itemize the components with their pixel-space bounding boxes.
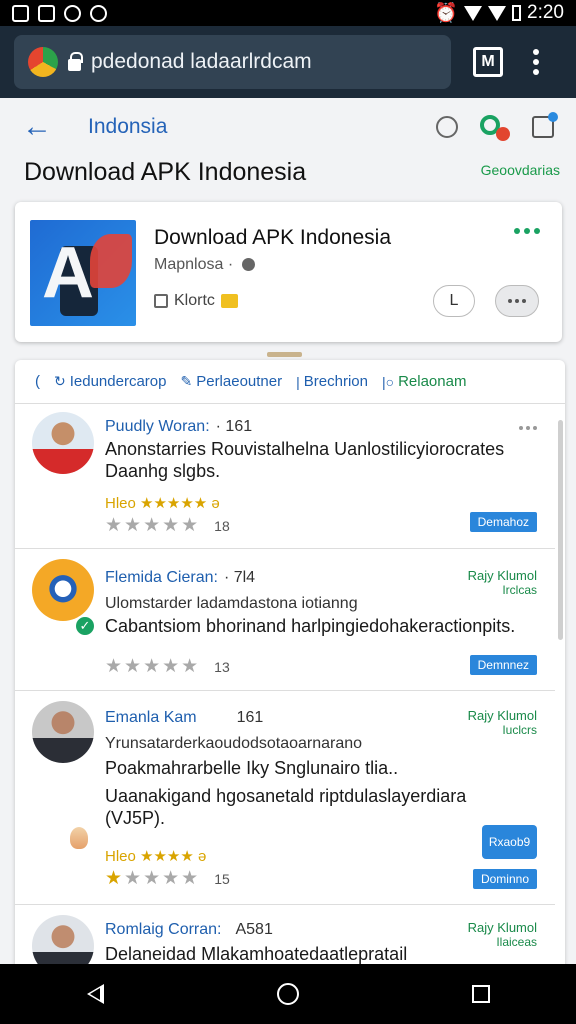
app-meta: Klortc xyxy=(154,292,238,310)
app-logo-icon: A xyxy=(30,220,136,326)
browser-menu-icon[interactable] xyxy=(533,49,539,75)
review-text: (VJ5P). xyxy=(105,808,166,828)
filter-bar: ( ↻ Iedundercarop ✎ Perlaeoutner | Brechrio… xyxy=(15,360,565,404)
share-icon[interactable] xyxy=(532,112,558,138)
clock: 2:20 xyxy=(527,2,564,23)
back-arrow-icon[interactable]: ← xyxy=(22,112,52,142)
filter-prev[interactable]: ( xyxy=(35,373,40,390)
review-reply-button[interactable]: Rxaob9 xyxy=(482,825,537,859)
drag-handle[interactable] xyxy=(267,352,302,357)
app-options-icon[interactable] xyxy=(514,228,540,234)
review-tag: Rajy Klumol Ilaiceas xyxy=(467,920,537,949)
star-rating: ★★★★★ 18 xyxy=(105,515,230,536)
review-tag: Rajy Klumol Irclcas xyxy=(467,568,537,597)
url-bar[interactable]: pdedonad ladaarlrdcam xyxy=(14,35,451,89)
avatar[interactable] xyxy=(32,701,94,763)
app-header: ← Indonsia xyxy=(0,98,576,156)
thumbs-up-icon xyxy=(154,294,168,308)
review-action-button[interactable]: Demnnez xyxy=(469,655,537,675)
app-card: A Download APK Indonesia Mapnlosa · Klor… xyxy=(15,202,562,342)
signal-icon xyxy=(488,5,507,21)
app-name: Download APK Indonesia xyxy=(154,226,391,249)
reviews-panel: ( ↻ Iedundercarop ✎ Perlaeoutner | Brechrio… xyxy=(15,360,565,1000)
divider-icon: |○ xyxy=(381,373,395,390)
review-rating-line: Hleo ★★★★ ə xyxy=(105,848,207,865)
breadcrumb[interactable]: Indonsia xyxy=(88,115,167,139)
nav-recents-icon[interactable] xyxy=(471,985,490,1003)
filter-chip[interactable]: ✎ Perlaeoutner xyxy=(180,373,282,390)
settings-notification-icon xyxy=(90,4,107,22)
reviewer-name[interactable]: Flemida Cieran: · 7l4 xyxy=(105,569,255,587)
review-text: Cabantsiom bhorinand harlpingiedohakerac… xyxy=(105,616,516,636)
review-tag: Rajy Klumol Iuclcrs xyxy=(467,708,537,737)
account-icon[interactable] xyxy=(480,113,510,141)
app-developer: Mapnlosa · xyxy=(154,256,255,274)
reviewer-name[interactable]: Puudly Woran: · 161 xyxy=(105,418,252,436)
browser-toolbar: pdedonad ladaarlrdcam M xyxy=(0,26,576,98)
app-more-button[interactable] xyxy=(495,285,539,317)
review-text: Anonstarries Rouvistalhelna Uanlostilicy… xyxy=(105,439,505,459)
reviewer-name[interactable]: Romlaig Corran: A581 xyxy=(105,921,273,939)
globe-icon xyxy=(241,258,255,272)
pencil-icon: ✎ xyxy=(180,373,193,389)
review-subtitle: Yrunsatarderkaoudodsotaoarnarano xyxy=(105,735,363,752)
divider-icon: | xyxy=(296,373,300,390)
review-item: Emanla Kam 161 Rajy Klumol Iuclcrs Yrunsat… xyxy=(15,691,555,905)
filter-chip[interactable]: |○ Relaonam xyxy=(382,373,466,390)
review-item: Puudly Woran: · 161 Anonstarries Rouvista… xyxy=(15,404,555,549)
review-action-button[interactable]: Demahoz xyxy=(469,512,537,532)
review-item: ✓ Flemida Cieran: · 7l4 Rajy Klumol Irclca… xyxy=(15,549,555,691)
alarm-icon: ⏰ xyxy=(434,3,459,24)
site-logo-icon xyxy=(28,47,58,77)
system-nav-bar xyxy=(0,964,576,1024)
review-subtitle: Ulomstarder ladamdastona iotianng xyxy=(105,595,358,612)
scrollbar[interactable] xyxy=(558,420,563,640)
page-title: Download APK Indonesia xyxy=(24,158,307,186)
rating-badge-icon xyxy=(220,294,238,308)
refresh-icon: ↻ xyxy=(54,373,66,389)
app-action-button[interactable]: L xyxy=(433,285,475,317)
chat-icon[interactable] xyxy=(436,116,458,138)
review-action-button[interactable]: Dominno xyxy=(472,869,537,889)
filter-chip[interactable]: | Brechrion xyxy=(296,373,368,390)
review-text: Poakmahrarbelle Iky Snglunairo tlia.. xyxy=(105,758,399,778)
wifi-icon xyxy=(464,5,483,21)
app-meta-label: Klortc xyxy=(174,292,215,309)
verified-check-icon: ✓ xyxy=(74,615,96,637)
developer-name[interactable]: Mapnlosa · xyxy=(154,256,233,273)
review-more-icon[interactable] xyxy=(519,426,537,430)
mail-notification-icon xyxy=(38,4,55,22)
chrome-notification-icon xyxy=(64,4,81,22)
review-text: Uaanakigand hgosanetald riptdulaslayerdi… xyxy=(105,786,467,806)
url-text: pdedonad ladaarlrdcam xyxy=(91,50,312,73)
star-rating: ★★★★★ 13 xyxy=(105,656,230,677)
status-right: ⏰ 2:20 xyxy=(434,1,564,25)
nav-home-icon[interactable] xyxy=(276,983,299,1005)
emoji-icon xyxy=(70,827,88,849)
filter-chip[interactable]: ↻ Iedundercarop xyxy=(54,373,166,390)
battery-icon xyxy=(512,5,522,21)
screen: ⏰ 2:20 pdedonad ladaarlrdcam M ← Indonsi… xyxy=(0,0,576,1024)
nav-back-icon[interactable] xyxy=(86,984,104,1004)
notification-icons xyxy=(12,4,107,22)
tab-switcher-button[interactable]: M xyxy=(473,47,503,77)
review-text: Delaneidad Mlakamhoatedaatlepratail xyxy=(105,944,408,964)
review-rating-line: Hleo ★★★★★ ə xyxy=(105,495,220,512)
avatar[interactable] xyxy=(32,412,94,474)
status-bar: ⏰ 2:20 xyxy=(0,0,576,26)
image-notification-icon xyxy=(12,4,29,22)
reviewer-name[interactable]: Emanla Kam 161 xyxy=(105,709,263,727)
top-link[interactable]: Geoovdarias xyxy=(481,162,560,178)
review-text: Daanhg slgbs. xyxy=(105,461,221,481)
star-rating: ★★★★★ 15 xyxy=(105,868,230,889)
lock-icon xyxy=(68,52,83,71)
avatar[interactable] xyxy=(32,559,94,621)
header-actions xyxy=(436,112,558,141)
